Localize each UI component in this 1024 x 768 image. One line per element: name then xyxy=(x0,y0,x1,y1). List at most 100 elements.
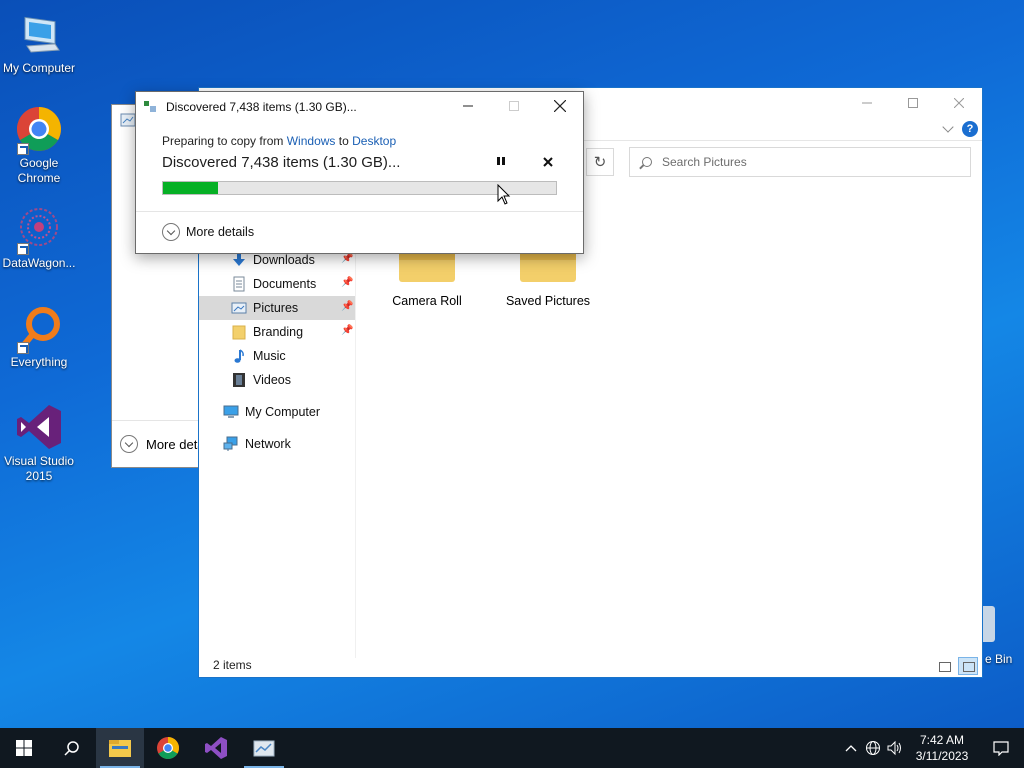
taskbar-clock[interactable]: 7:42 AM 3/11/2023 xyxy=(906,732,978,764)
expand-ribbon-chevron-icon[interactable] xyxy=(942,121,954,133)
copy-icon xyxy=(144,101,158,113)
minimize-icon xyxy=(463,105,473,107)
search-placeholder: Search Pictures xyxy=(662,155,747,169)
copy-source-destination: Preparing to copy from Windows to Deskto… xyxy=(162,134,396,148)
progress-fill xyxy=(163,182,219,194)
cancel-copy-button[interactable] xyxy=(540,154,556,170)
shortcut-arrow-icon xyxy=(17,342,29,354)
details-view-icon[interactable] xyxy=(934,657,954,675)
desktop-icon-google-chrome[interactable]: Google Chrome xyxy=(0,105,78,186)
folder-label: Saved Pictures xyxy=(505,294,591,308)
nav-item-pictures[interactable]: Pictures 📌 xyxy=(199,296,355,320)
computer-icon xyxy=(15,10,63,58)
pin-icon[interactable]: 📌 xyxy=(341,302,353,312)
prep-prefix: Preparing to copy from xyxy=(162,134,284,148)
taskbar-visual-studio[interactable] xyxy=(192,728,240,768)
pause-button[interactable] xyxy=(493,154,509,170)
network-icon xyxy=(223,436,238,451)
maximize-icon xyxy=(509,101,519,111)
folder-icon xyxy=(232,325,246,340)
film-strip-icon xyxy=(233,373,245,387)
maximize-button xyxy=(491,92,537,120)
navigation-pane: Downloads 📌 Documents 📌 Pictures 📌 Brand… xyxy=(199,248,356,658)
nav-item-label: Videos xyxy=(253,373,291,387)
desktop-icon-my-computer[interactable]: My Computer xyxy=(0,10,78,76)
pin-icon[interactable]: 📌 xyxy=(341,278,353,288)
pause-icon xyxy=(497,157,505,165)
visual-studio-icon xyxy=(205,737,227,759)
search-icon xyxy=(64,741,79,756)
close-icon xyxy=(554,100,566,112)
copy-progress-icon xyxy=(253,740,275,757)
more-details-label: More details xyxy=(186,225,255,239)
maximize-button[interactable] xyxy=(890,88,936,118)
source-link[interactable]: Windows xyxy=(287,134,336,148)
desktop-icon-visual-studio[interactable]: Visual Studio 2015 xyxy=(0,403,78,484)
search-input[interactable]: Search Pictures xyxy=(629,147,971,177)
taskbar-chrome[interactable] xyxy=(144,728,192,768)
nav-item-network[interactable]: Network xyxy=(199,432,355,456)
nav-item-label: Music xyxy=(253,349,286,363)
more-details-toggle[interactable]: More details xyxy=(162,223,254,241)
nav-item-documents[interactable]: Documents 📌 xyxy=(199,272,355,296)
nav-item-branding[interactable]: Branding 📌 xyxy=(199,320,355,344)
destination-link[interactable]: Desktop xyxy=(352,134,396,148)
refresh-button[interactable]: ↻ xyxy=(586,148,614,176)
folder-item-camera-roll[interactable]: Camera Roll xyxy=(372,248,482,308)
more-details-label: More deta xyxy=(146,436,205,452)
desktop-icon-datawagon[interactable]: DataWagon... xyxy=(0,205,78,271)
close-button[interactable] xyxy=(936,88,982,118)
taskbar-file-explorer[interactable] xyxy=(96,728,144,768)
notification-icon xyxy=(993,741,1009,756)
shortcut-arrow-icon xyxy=(17,243,29,255)
close-button[interactable] xyxy=(537,92,583,120)
pin-icon[interactable]: 📌 xyxy=(341,326,353,336)
help-button[interactable]: ? xyxy=(962,121,978,137)
recycle-bin-label: e Bin xyxy=(985,652,1013,666)
start-button[interactable] xyxy=(0,728,48,768)
nav-item-videos[interactable]: Videos xyxy=(199,368,355,392)
chevron-up-icon xyxy=(845,745,857,752)
refresh-icon: ↻ xyxy=(593,154,607,171)
recycle-bin-icon[interactable] xyxy=(983,606,995,642)
action-center-button[interactable] xyxy=(978,728,1024,768)
dialog-title: Discovered 7,438 items (1.30 GB)... xyxy=(144,100,357,114)
taskbar-copy-progress[interactable] xyxy=(240,728,288,768)
file-explorer-icon xyxy=(109,740,131,757)
status-item-count: 2 items xyxy=(213,658,252,672)
back-more-details-toggle[interactable]: More deta xyxy=(120,435,210,453)
desktop-icon-label: DataWagon... xyxy=(2,256,76,270)
show-hidden-icons-button[interactable] xyxy=(840,728,862,768)
dialog-titlebar-buttons xyxy=(445,92,583,120)
globe-icon xyxy=(866,741,880,755)
volume-tray-button[interactable] xyxy=(884,728,906,768)
minimize-button[interactable] xyxy=(844,88,890,118)
minimize-icon xyxy=(862,102,872,104)
folder-item-saved-pictures[interactable]: Saved Pictures xyxy=(493,248,603,308)
copy-progress-dialog[interactable]: Discovered 7,438 items (1.30 GB)... Prep… xyxy=(135,91,584,254)
desktop-icon-label: Everything xyxy=(10,355,68,369)
download-arrow-icon xyxy=(233,253,245,266)
start-icon xyxy=(16,740,32,756)
copy-status-heading: Discovered 7,438 items (1.30 GB)... xyxy=(162,154,401,171)
system-tray: 7:42 AM 3/11/2023 xyxy=(840,728,1024,768)
mouse-cursor-icon xyxy=(497,184,511,205)
computer-icon xyxy=(223,405,239,418)
nav-item-music[interactable]: Music xyxy=(199,344,355,368)
desktop-icon-everything[interactable]: Everything xyxy=(0,304,78,370)
music-note-icon xyxy=(234,349,244,363)
taskbar-search-button[interactable] xyxy=(48,728,96,768)
maximize-icon xyxy=(908,98,918,108)
network-tray-button[interactable] xyxy=(862,728,884,768)
clock-time: 7:42 AM xyxy=(919,733,965,747)
minimize-button[interactable] xyxy=(445,92,491,120)
folder-label: Camera Roll xyxy=(392,294,462,308)
taskbar: 7:42 AM 3/11/2023 xyxy=(0,728,1024,768)
large-icons-view-icon[interactable] xyxy=(958,657,978,675)
nav-item-label: Downloads xyxy=(253,253,315,267)
nav-item-label: Documents xyxy=(253,277,317,291)
nav-item-label: Network xyxy=(245,437,291,451)
nav-item-my-computer[interactable]: My Computer xyxy=(199,400,355,424)
nav-item-label: Branding xyxy=(253,325,304,339)
pin-icon[interactable]: 📌 xyxy=(341,254,353,264)
